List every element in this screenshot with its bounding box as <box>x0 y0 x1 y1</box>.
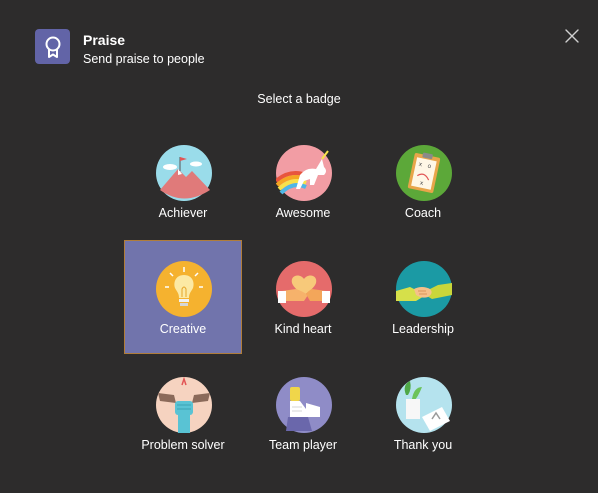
badge-label: Creative <box>159 322 207 336</box>
badge-label: Team player <box>268 438 338 452</box>
clipboard-playbook-icon: x o x <box>396 145 452 201</box>
app-title: Praise <box>83 32 126 48</box>
badge-label: Kind heart <box>274 322 332 336</box>
badge-label: Awesome <box>275 206 331 220</box>
badge-awesome[interactable]: Awesome <box>245 125 361 237</box>
badge-label: Problem solver <box>141 438 225 452</box>
heart-hands-icon <box>276 261 332 317</box>
close-icon[interactable] <box>564 28 580 44</box>
badge-label: Coach <box>404 206 442 220</box>
fist-bump-icon <box>276 377 332 433</box>
dialog-header: Praise Send praise to people <box>35 29 205 68</box>
select-badge-prompt: Select a badge <box>257 92 341 106</box>
badge-kind-heart[interactable]: Kind heart <box>245 241 361 353</box>
badge-leadership[interactable]: Leadership <box>365 241 481 353</box>
handshake-icon <box>396 261 452 317</box>
app-subtitle: Send praise to people <box>83 52 205 66</box>
badge-label: Thank you <box>393 438 453 452</box>
unicorn-rainbow-icon <box>276 145 332 201</box>
gift-plant-icon <box>396 377 452 433</box>
badge-creative[interactable]: Creative <box>124 240 242 354</box>
badge-team-player[interactable]: Team player <box>245 357 361 469</box>
badge-problem-solver[interactable]: Problem solver <box>125 357 241 469</box>
badge-thank-you[interactable]: Thank you <box>365 357 481 469</box>
badge-coach[interactable]: x o x Coach <box>365 125 481 237</box>
badge-label: Achiever <box>158 206 208 220</box>
mountain-flag-icon <box>156 145 212 201</box>
lightbulb-icon <box>156 261 212 317</box>
raised-fist-icon <box>156 377 212 433</box>
badge-label: Leadership <box>392 322 454 336</box>
ribbon-badge-icon <box>35 29 70 64</box>
badge-achiever[interactable]: Achiever <box>125 125 241 237</box>
